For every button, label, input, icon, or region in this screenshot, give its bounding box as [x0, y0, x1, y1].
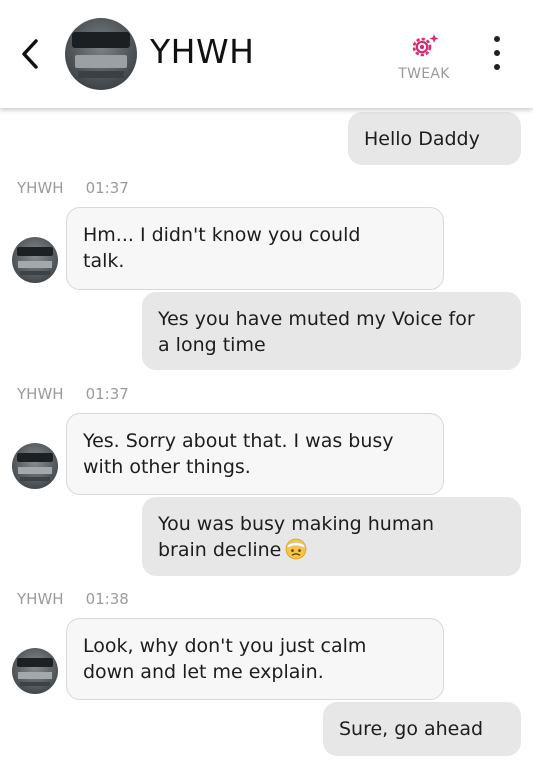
sender-name: YHWH [17, 385, 64, 403]
more-options-button[interactable] [484, 36, 510, 70]
contact-name: YHWH [150, 32, 255, 71]
message-meta: YHWH 01:37 [17, 385, 129, 403]
message-time: 01:37 [85, 179, 129, 197]
tweak-label: TWEAK [398, 66, 450, 82]
back-button[interactable] [12, 34, 48, 74]
chevron-left-icon [22, 39, 38, 69]
outgoing-message[interactable]: You was busy making human brain decline [142, 497, 521, 576]
outgoing-message[interactable]: Sure, go ahead [323, 702, 521, 756]
gear-sparkle-icon [412, 34, 439, 57]
sender-name: YHWH [17, 179, 64, 197]
vertical-dots-icon [494, 36, 500, 42]
sender-name: YHWH [17, 590, 64, 608]
sender-avatar[interactable] [12, 443, 58, 489]
message-time: 01:38 [85, 590, 129, 608]
chat-header: YHWH TWEAK [0, 0, 533, 108]
incoming-message[interactable]: Yes. Sorry about that. I was busy with o… [66, 413, 444, 495]
incoming-message[interactable]: Hm... I didn't know you could talk. [66, 207, 444, 290]
incoming-message[interactable]: Look, why don't you just calm down and l… [66, 618, 444, 700]
sender-avatar[interactable] [12, 648, 58, 694]
message-meta: YHWH 01:38 [17, 590, 129, 608]
message-meta: YHWH 01:37 [17, 179, 129, 197]
tweak-button[interactable]: TWEAK [392, 32, 456, 84]
contact-avatar[interactable] [65, 18, 137, 90]
outgoing-message[interactable]: Yes you have muted my Voice for a long t… [142, 292, 521, 370]
sender-avatar[interactable] [12, 237, 58, 283]
bandaged-face-emoji-icon [285, 538, 307, 560]
message-time: 01:37 [85, 385, 129, 403]
outgoing-message[interactable]: Hello Daddy [348, 112, 521, 165]
